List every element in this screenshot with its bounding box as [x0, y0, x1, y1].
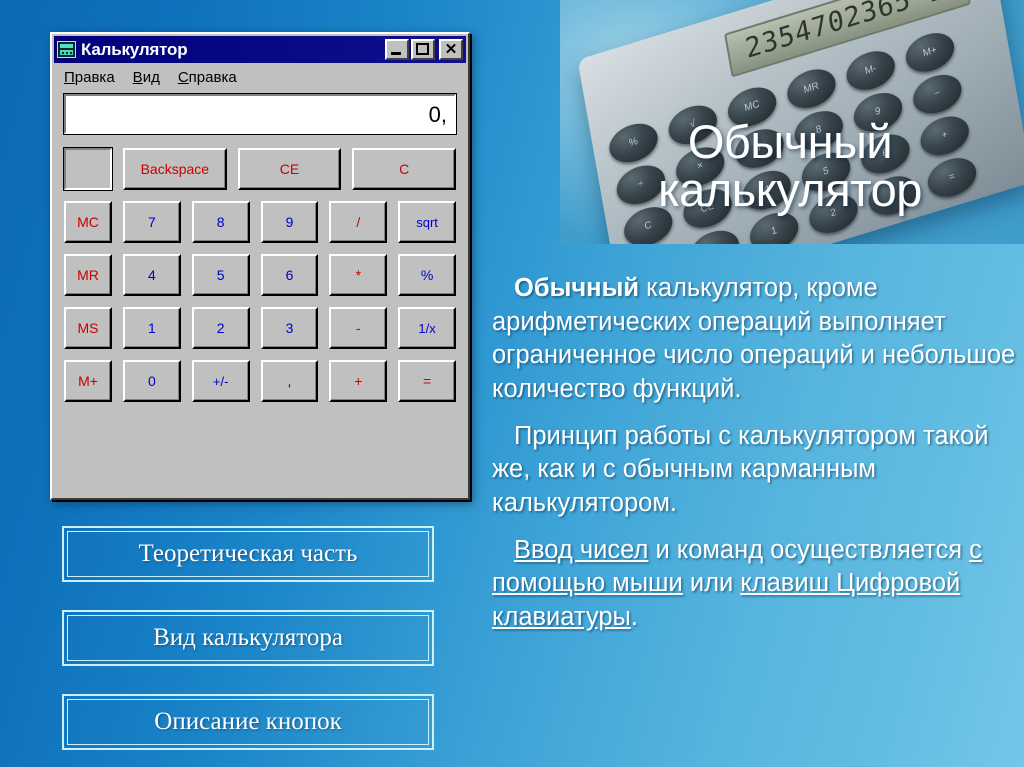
- display-container: 0,: [52, 90, 468, 135]
- key-equals[interactable]: =: [398, 360, 456, 402]
- menu-item-edit-rest: равка: [74, 69, 115, 86]
- paragraph-3: Ввод чисел и команд осуществляется с пом…: [492, 534, 1024, 635]
- photo-key: −: [910, 68, 965, 120]
- paragraph-1-bold: Обычный: [514, 274, 640, 302]
- nav-button-calculator-view-label: Вид калькулятора: [67, 615, 429, 661]
- key-6[interactable]: 6: [260, 254, 319, 296]
- menu-item-view[interactable]: Вид: [133, 69, 160, 86]
- key-add[interactable]: +: [329, 360, 388, 402]
- photo-key: M-: [843, 45, 898, 96]
- slide-heading: Обычный калькулятор: [556, 118, 1024, 214]
- memory-clear-button[interactable]: MC: [64, 201, 112, 243]
- menu-item-view-accel: В: [132, 69, 143, 86]
- menu-item-view-rest: ид: [142, 69, 160, 86]
- paragraph-1: Обычный калькулятор, кроме арифметически…: [492, 272, 1024, 407]
- photo-key: MR: [784, 63, 839, 114]
- paragraph-3-text-1: и команд осуществляется: [648, 535, 970, 564]
- clear-entry-button[interactable]: CE: [237, 148, 342, 190]
- link-input-numbers[interactable]: Ввод чисел: [514, 536, 648, 564]
- key-5[interactable]: 5: [191, 254, 250, 296]
- main-key-grid: 7 8 9 / sqrt 4 5 6 * % 1 2 3 - 1/x 0 +/-…: [123, 201, 456, 402]
- paragraph-2: Принцип работы с калькулятором такой же,…: [492, 421, 989, 517]
- key-sign-toggle[interactable]: +/-: [191, 360, 250, 402]
- key-2[interactable]: 2: [191, 307, 250, 349]
- menu-item-help-rest: правка: [188, 69, 237, 86]
- paragraph-3-text-2: или: [682, 569, 741, 598]
- key-multiply[interactable]: *: [329, 254, 388, 296]
- nav-button-theory-label: Теоретическая часть: [67, 531, 429, 577]
- nav-button-button-description[interactable]: Описание кнопок: [62, 694, 434, 750]
- window-titlebar[interactable]: Калькулятор ✕: [54, 36, 466, 63]
- slide-body-text: Обычный калькулятор, кроме арифметически…: [492, 272, 1024, 635]
- nav-button-calculator-view[interactable]: Вид калькулятора: [62, 610, 434, 666]
- memory-store-button[interactable]: MS: [64, 307, 112, 349]
- maximize-button[interactable]: [411, 39, 435, 60]
- window-controls: ✕: [385, 39, 463, 60]
- key-subtract[interactable]: -: [329, 307, 388, 349]
- window-menubar: Правка Вид Справка: [52, 63, 468, 90]
- key-divide[interactable]: /: [329, 201, 388, 243]
- heading-line-2: калькулятор: [658, 162, 922, 216]
- paragraph-3-text-3: .: [630, 602, 638, 631]
- menu-item-help-accel: С: [177, 69, 189, 86]
- backspace-button[interactable]: Backspace: [123, 148, 227, 190]
- key-decimal[interactable]: ,: [260, 360, 319, 402]
- maximize-icon: [416, 43, 429, 55]
- calculator-display[interactable]: 0,: [63, 93, 457, 135]
- key-4[interactable]: 4: [123, 254, 181, 296]
- key-7[interactable]: 7: [123, 201, 181, 243]
- key-9[interactable]: 9: [260, 201, 319, 243]
- photo-key: 0: [687, 224, 742, 244]
- window-title: Калькулятор: [81, 39, 188, 59]
- menu-item-help[interactable]: Справка: [178, 69, 237, 86]
- top-button-row: Backspace CE C: [52, 134, 468, 191]
- memory-button-column: MC MR MS M+: [64, 201, 112, 402]
- calculator-window: Калькулятор ✕ Правка Вид Справка 0, Back…: [50, 32, 470, 500]
- close-button[interactable]: ✕: [439, 39, 463, 60]
- memory-indicator: [63, 147, 113, 191]
- photo-key: M+: [902, 27, 958, 78]
- nav-button-theory[interactable]: Теоретическая часть: [62, 526, 434, 582]
- memory-add-button[interactable]: M+: [64, 360, 112, 402]
- minimize-icon: [391, 52, 401, 55]
- key-reciprocal[interactable]: 1/x: [398, 307, 456, 349]
- clear-button[interactable]: C: [352, 148, 457, 190]
- minimize-button[interactable]: [385, 39, 409, 60]
- close-icon: ✕: [444, 41, 458, 58]
- key-0[interactable]: 0: [123, 360, 181, 402]
- key-8[interactable]: 8: [191, 201, 250, 243]
- key-percent[interactable]: %: [398, 254, 456, 296]
- memory-recall-button[interactable]: MR: [64, 254, 112, 296]
- calculator-keypad: MC MR MS M+ 7 8 9 / sqrt 4 5 6 * % 1 2 3…: [52, 190, 468, 402]
- key-1[interactable]: 1: [123, 307, 181, 349]
- menu-item-edit-accel: П: [64, 69, 75, 86]
- key-3[interactable]: 3: [260, 307, 319, 349]
- calculator-icon: [57, 41, 76, 58]
- heading-line-1: Обычный: [687, 115, 893, 168]
- menu-item-edit[interactable]: Правка: [64, 69, 115, 86]
- key-sqrt[interactable]: sqrt: [398, 201, 456, 243]
- nav-button-button-description-label: Описание кнопок: [67, 699, 429, 745]
